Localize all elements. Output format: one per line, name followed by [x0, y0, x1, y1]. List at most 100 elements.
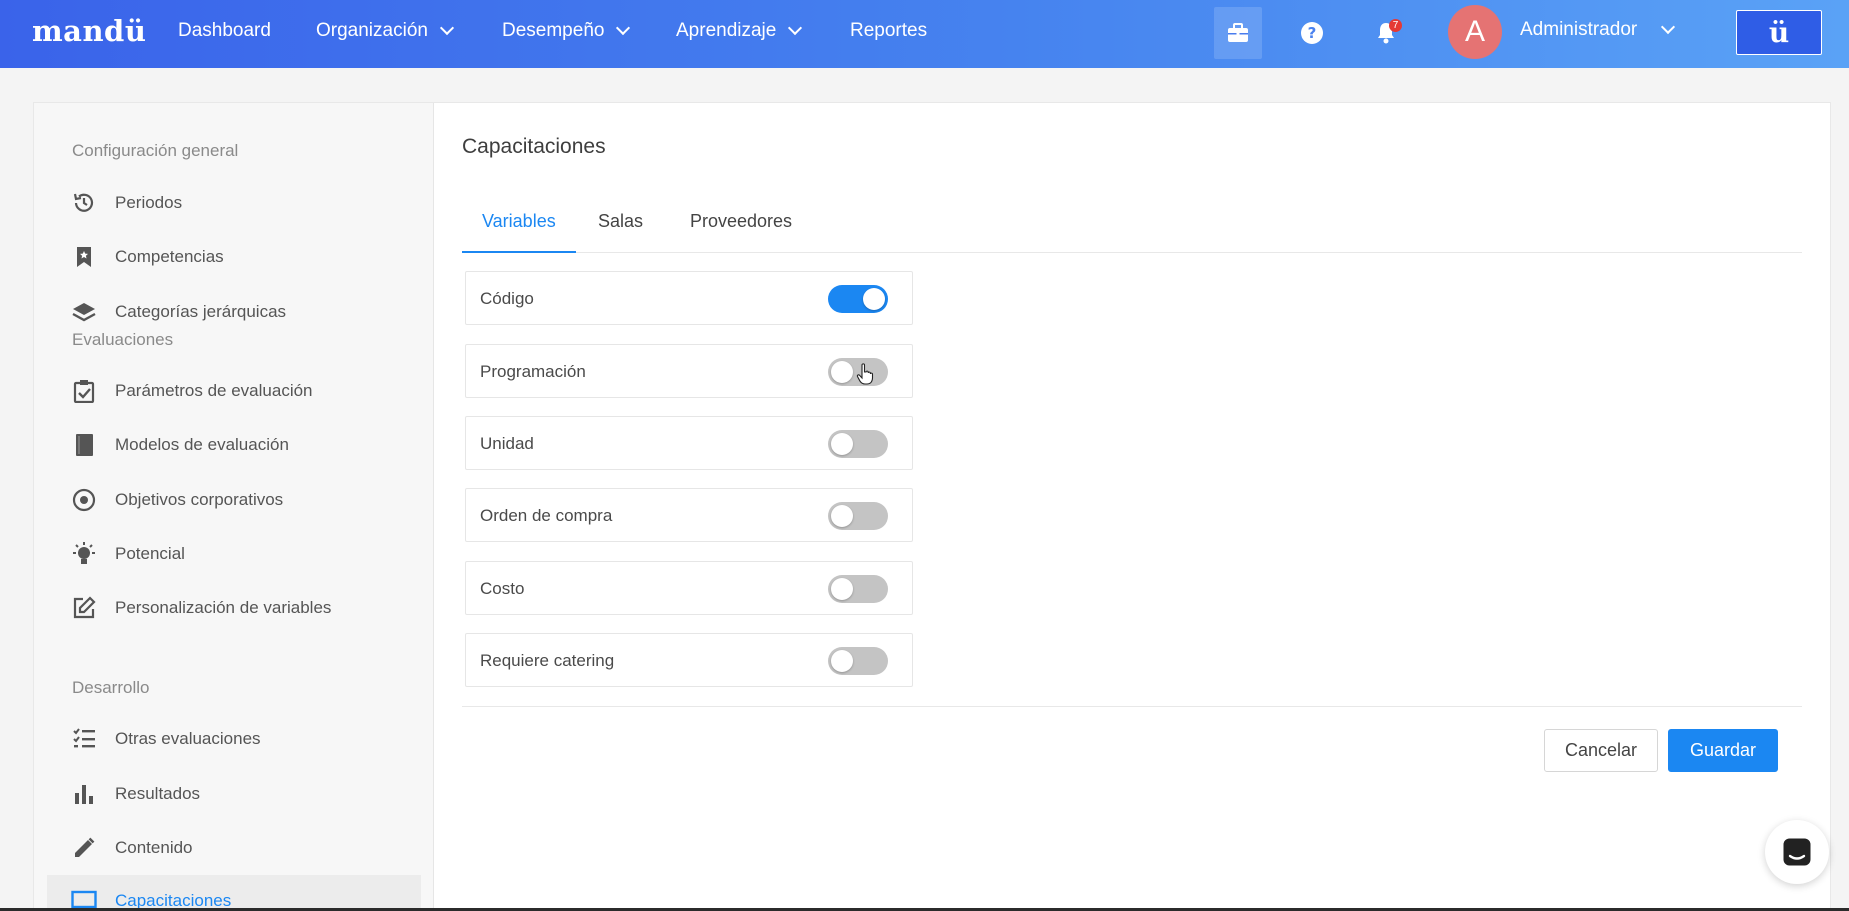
sidebar-item-label: Parámetros de evaluación: [115, 381, 313, 400]
form-divider: [462, 706, 1802, 707]
sidebar-item-parametros[interactable]: Parámetros de evaluación: [47, 365, 421, 417]
sidebar-item-label: Otras evaluaciones: [115, 729, 261, 748]
bookmark-star-icon: [71, 244, 97, 270]
variable-label: Orden de compra: [480, 506, 613, 525]
sidebar-item-potencial[interactable]: Potencial: [47, 528, 421, 580]
briefcase-icon: [1228, 23, 1248, 42]
chevron-down-icon: [616, 20, 631, 36]
toggle-unidad[interactable]: [828, 430, 888, 458]
help-icon: ?: [1301, 22, 1323, 44]
variable-label: Código: [480, 289, 534, 308]
variable-label: Unidad: [480, 434, 534, 453]
help-button[interactable]: ?: [1288, 7, 1336, 59]
nav-aprendizaje[interactable]: Aprendizaje: [676, 20, 803, 42]
brand-button-label: ü: [1768, 16, 1790, 49]
variable-row-codigo: Código: [465, 271, 913, 325]
sidebar-item-modelos[interactable]: Modelos de evaluación: [47, 419, 421, 471]
sidebar-item-label: Contenido: [115, 838, 193, 857]
pencil-icon: [71, 835, 97, 861]
chevron-down-icon: [439, 20, 455, 36]
target-icon: [71, 487, 97, 513]
sidebar-item-contenido[interactable]: Contenido: [47, 822, 421, 874]
tab-variables[interactable]: Variables: [462, 201, 576, 253]
tab-salas[interactable]: Salas: [578, 201, 663, 253]
sidebar-item-label: Modelos de evaluación: [115, 435, 289, 454]
sidebar-item-label: Personalización de variables: [115, 598, 332, 617]
layers-icon: [71, 299, 97, 325]
variable-label: Requiere catering: [480, 651, 615, 670]
variable-row-programacion: Programación: [465, 344, 913, 398]
notification-badge: 7: [1389, 19, 1402, 32]
sidebar-item-label: Categorías jerárquicas: [115, 302, 287, 321]
chevron-down-icon: [788, 20, 803, 36]
sidebar-item-label: Potencial: [115, 544, 185, 563]
sidebar-section-desarrollo: Desarrollo: [72, 678, 150, 697]
app-logo[interactable]: mandü: [32, 14, 146, 48]
sidebar-item-periodos[interactable]: Periodos: [47, 177, 421, 229]
hand-cursor-icon: [856, 363, 874, 385]
sidebar-item-label: Periodos: [115, 193, 183, 212]
tab-bar: Variables Salas Proveedores: [462, 201, 1802, 253]
sidebar-item-personalizacion[interactable]: Personalización de variables: [47, 582, 421, 634]
toggle-costo[interactable]: [828, 575, 888, 603]
chevron-down-icon: [1661, 19, 1676, 35]
nav-reportes[interactable]: Reportes: [850, 20, 927, 42]
bar-chart-icon: [71, 781, 97, 807]
lightbulb-icon: [71, 541, 97, 567]
nav-dashboard-label: Dashboard: [178, 20, 271, 41]
edit-icon: [71, 595, 97, 621]
chat-icon: [1783, 838, 1811, 866]
toggle-codigo[interactable]: [828, 285, 888, 313]
toggle-knob: [831, 361, 853, 383]
notifications-button[interactable]: 7: [1362, 7, 1410, 59]
variable-row-costo: Costo: [465, 561, 913, 615]
avatar-initial: A: [1464, 15, 1485, 48]
nav-aprendizaje-label: Aprendizaje: [676, 20, 777, 41]
toggle-knob: [831, 650, 853, 672]
tab-proveedores[interactable]: Proveedores: [670, 201, 812, 253]
sidebar-item-resultados[interactable]: Resultados: [47, 768, 421, 820]
content-panel: Capacitaciones Variables Salas Proveedor…: [462, 103, 1830, 911]
avatar[interactable]: A: [1448, 5, 1502, 59]
save-button[interactable]: Guardar: [1668, 729, 1778, 772]
variable-row-unidad: Unidad: [465, 416, 913, 470]
toggle-knob: [831, 433, 853, 455]
sidebar-section-evaluaciones: Evaluaciones: [72, 330, 174, 349]
sidebar-section-configuracion: Configuración general: [72, 141, 239, 160]
toggle-orden-de-compra[interactable]: [828, 502, 888, 530]
svg-text:?: ?: [1308, 24, 1317, 42]
sidebar-item-competencias[interactable]: Competencias: [47, 231, 421, 283]
sidebar-item-otras-evaluaciones[interactable]: Otras evaluaciones: [47, 713, 421, 765]
settings-sidebar: Configuración general Periodos Competenc…: [34, 103, 434, 911]
history-icon: [71, 190, 97, 216]
clipboard-check-icon: [71, 378, 97, 404]
book-icon: [71, 432, 97, 458]
briefcase-button[interactable]: [1214, 7, 1262, 59]
nav-organizacion-label: Organización: [316, 20, 428, 41]
checklist-icon: [71, 726, 97, 752]
variable-label: Costo: [480, 579, 525, 598]
variable-row-requiere-catering: Requiere catering: [465, 633, 913, 687]
sidebar-item-label: Resultados: [115, 784, 201, 803]
variable-row-orden-de-compra: Orden de compra: [465, 488, 913, 542]
brand-button[interactable]: ü: [1736, 10, 1822, 55]
top-navigation-bar: mandü Dashboard Organización Desempeño A…: [0, 0, 1849, 68]
nav-organizacion[interactable]: Organización: [316, 20, 455, 42]
sidebar-item-objetivos[interactable]: Objetivos corporativos: [47, 474, 421, 526]
toggle-knob: [831, 505, 853, 527]
variable-label: Programación: [480, 362, 586, 381]
nav-reportes-label: Reportes: [850, 20, 928, 41]
toggle-knob: [831, 578, 853, 600]
sidebar-item-capacitaciones[interactable]: Capacitaciones: [47, 875, 421, 911]
cancel-button[interactable]: Cancelar: [1544, 729, 1658, 772]
user-menu[interactable]: Administrador: [1520, 19, 1676, 41]
page-title: Capacitaciones: [462, 135, 606, 158]
toggle-knob: [863, 288, 885, 310]
nav-dashboard[interactable]: Dashboard: [178, 20, 271, 42]
sidebar-item-label: Competencias: [115, 247, 224, 266]
settings-card: Configuración general Periodos Competenc…: [33, 102, 1831, 911]
nav-desempeno-label: Desempeño: [502, 20, 605, 41]
chat-launcher[interactable]: [1765, 820, 1829, 884]
nav-desempeno[interactable]: Desempeño: [502, 20, 631, 42]
toggle-requiere-catering[interactable]: [828, 647, 888, 675]
